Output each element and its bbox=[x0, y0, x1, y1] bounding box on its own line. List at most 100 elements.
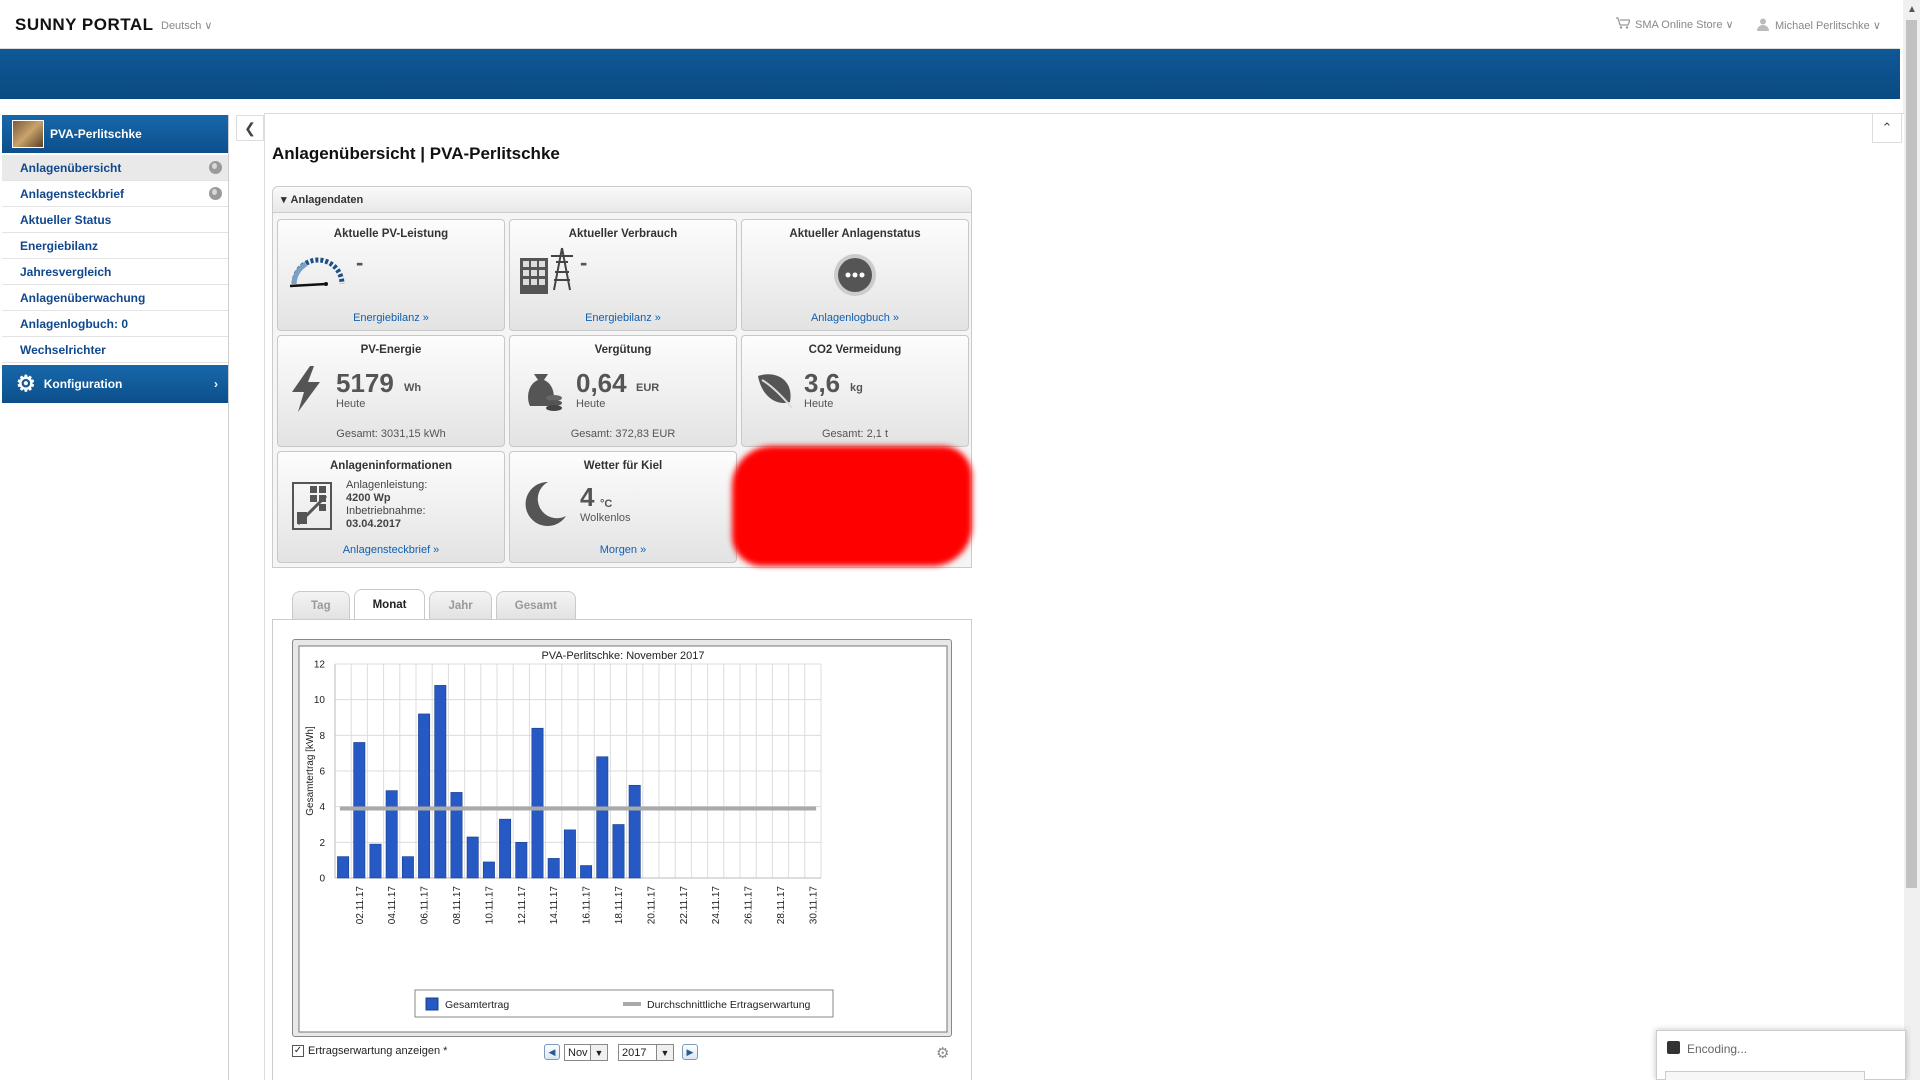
tab-monat[interactable]: Monat bbox=[353, 589, 426, 619]
sidebar-item-label: Anlagenüberwachung bbox=[20, 290, 146, 305]
bar bbox=[466, 836, 479, 879]
tile-title: PV-Energie bbox=[360, 344, 422, 356]
tab-jahr[interactable]: Jahr bbox=[429, 591, 492, 619]
sidebar-item[interactable]: Anlagenlogbuch: 0 bbox=[2, 311, 228, 337]
weather-condition: Wolkenlos bbox=[580, 512, 631, 524]
y-tick-label: 6 bbox=[319, 767, 325, 778]
x-tick-label: 04.11.17 bbox=[387, 886, 398, 925]
tile-payment: Vergütung 0,64 EUR Heute Gesamt: 372,83 … bbox=[509, 335, 737, 447]
arrow-right-icon: ▶ bbox=[686, 1046, 694, 1057]
online-store-label: SMA Online Store ∨ bbox=[1635, 19, 1734, 31]
x-tick-label: 20.11.17 bbox=[646, 886, 657, 925]
scroll-up-arrow-icon[interactable]: ▲ bbox=[1907, 4, 1917, 15]
sidebar-item-label: Anlagenlogbuch: 0 bbox=[20, 316, 128, 331]
plant-thumbnail bbox=[12, 120, 44, 148]
sunny-portal-logo[interactable]: SUNNY PORTAL bbox=[15, 15, 154, 35]
payment-period: Heute bbox=[576, 398, 606, 410]
link-energiebilanz[interactable]: Energiebilanz » bbox=[510, 312, 736, 324]
month-select[interactable]: Nov ▼ bbox=[564, 1044, 608, 1061]
sidebar-item-label: Wechselrichter bbox=[20, 342, 106, 357]
globe-icon[interactable] bbox=[209, 161, 222, 174]
tab-gesamt[interactable]: Gesamt bbox=[495, 591, 576, 619]
sidebar-item[interactable]: Energiebilanz bbox=[2, 233, 228, 259]
period-tabs: Tag Monat Jahr Gesamt bbox=[292, 589, 576, 619]
bar bbox=[482, 861, 495, 879]
bar bbox=[369, 843, 382, 879]
globe-icon[interactable] bbox=[209, 187, 222, 200]
link-energiebilanz[interactable]: Energiebilanz » bbox=[278, 312, 504, 324]
tile-pv-energy: PV-Energie 5179 Wh Heute Gesamt: 3031,15… bbox=[277, 335, 505, 447]
y-tick-label: 0 bbox=[319, 874, 325, 885]
co2-total: Gesamt: 2,1 t bbox=[821, 428, 889, 440]
plant-capacity-label: Anlagenleistung: bbox=[346, 479, 428, 491]
year-select[interactable]: 2017 ▼ bbox=[618, 1044, 674, 1061]
sidebar-item-label: Energiebilanz bbox=[20, 238, 99, 253]
configuration-label: Konfiguration bbox=[43, 377, 123, 391]
tile-title: Anlageninformationen bbox=[329, 460, 453, 472]
tile-weather: Wetter für Kiel 4 °C Wolkenlos Morgen » bbox=[509, 451, 737, 563]
sidebar-item[interactable]: Anlagenübersicht bbox=[2, 155, 228, 181]
user-menu[interactable]: Michael Perlitschke ∨ bbox=[1756, 17, 1881, 34]
tab-tag[interactable]: Tag bbox=[292, 591, 350, 619]
scroll-top-button[interactable]: ⌃ bbox=[1872, 113, 1902, 143]
sidebar-item[interactable]: Aktueller Status bbox=[2, 207, 228, 233]
chevron-down-icon: ▼ bbox=[590, 1045, 607, 1060]
bar bbox=[450, 792, 463, 879]
pv-energy-period: Heute bbox=[336, 398, 366, 410]
bar bbox=[563, 829, 576, 879]
x-tick-label: 10.11.17 bbox=[484, 886, 495, 925]
house-grid-icon bbox=[518, 246, 580, 301]
temperature-value: 4 bbox=[580, 482, 595, 512]
tile-title: Wetter für Kiel bbox=[583, 460, 663, 472]
payment-value: 0,64 bbox=[576, 368, 627, 398]
chart-settings-icon[interactable]: ⚙ bbox=[936, 1044, 949, 1062]
x-tick-label: 18.11.17 bbox=[614, 886, 625, 925]
configuration-button[interactable]: ⚙ Konfiguration › bbox=[2, 365, 228, 403]
sidebar-item-label: Aktueller Status bbox=[20, 212, 112, 227]
tile-title: CO2 Vermeidung bbox=[808, 344, 902, 356]
sidebar-item[interactable]: Wechselrichter bbox=[2, 337, 228, 363]
previous-month-button[interactable]: ◀ bbox=[544, 1044, 560, 1060]
pv-energy-total: Gesamt: 3031,15 kWh bbox=[336, 428, 446, 440]
yield-chart: PVA-Perlitschke: November 2017 0 2 4 6 8 10 12 0… bbox=[292, 639, 952, 1037]
payment-unit: EUR bbox=[636, 382, 660, 394]
plant-header[interactable]: PVA-Perlitschke bbox=[2, 115, 228, 153]
bar bbox=[531, 727, 544, 879]
collapse-sidebar-button[interactable]: ❮ bbox=[236, 115, 264, 141]
legend-label: Durchschnittliche Ertragserwartung bbox=[647, 999, 811, 1011]
x-tick-label: 12.11.17 bbox=[517, 886, 528, 925]
bar bbox=[337, 856, 350, 879]
link-anlagensteckbrief[interactable]: Anlagensteckbrief » bbox=[278, 544, 504, 556]
tile-title: Vergütung bbox=[594, 344, 652, 356]
online-store-link[interactable]: SMA Online Store ∨ bbox=[1616, 17, 1734, 32]
y-tick-label: 4 bbox=[319, 802, 325, 813]
x-tick-label: 16.11.17 bbox=[582, 886, 593, 925]
page-scrollbar[interactable]: ▲ bbox=[1903, 0, 1920, 1080]
language-selector[interactable]: Deutsch ∨ bbox=[161, 19, 212, 32]
next-month-button[interactable]: ▶ bbox=[682, 1044, 698, 1060]
plant-info-text: Anlagenleistung: 4200 Wp Inbetriebnahme:… bbox=[346, 479, 427, 531]
link-morgen[interactable]: Morgen » bbox=[510, 544, 736, 556]
y-tick-label: 12 bbox=[314, 660, 326, 671]
panel-header[interactable]: ▾ Anlagendaten bbox=[273, 187, 971, 213]
chevron-down-icon: ▼ bbox=[656, 1045, 673, 1060]
payment-total: Gesamt: 372,83 EUR bbox=[570, 428, 676, 440]
sidebar-item[interactable]: Anlagenüberwachung bbox=[2, 285, 228, 311]
sidebar-item-label: Jahresvergleich bbox=[20, 264, 112, 279]
scrollbar-thumb[interactable] bbox=[1906, 20, 1917, 888]
moon-icon bbox=[522, 480, 568, 533]
bar bbox=[499, 818, 512, 879]
sidebar-item[interactable]: Jahresvergleich bbox=[2, 259, 228, 285]
y-tick-label: 8 bbox=[319, 731, 325, 742]
co2-value: 3,6 bbox=[804, 368, 841, 398]
sidebar-item[interactable]: Anlagensteckbrief bbox=[2, 181, 228, 207]
x-tick-label: 08.11.17 bbox=[452, 886, 463, 925]
top-header: SUNNY PORTAL Deutsch ∨ SMA Online Store … bbox=[0, 0, 1900, 49]
expectation-checkbox-label[interactable]: Ertragserwartung anzeigen * bbox=[308, 1045, 447, 1057]
pv-energy-value: 5179 bbox=[336, 368, 394, 398]
x-tick-label: 14.11.17 bbox=[549, 886, 560, 925]
expectation-checkbox[interactable]: ✓ bbox=[292, 1045, 304, 1057]
bar bbox=[385, 790, 398, 879]
tile-plant-status: Aktueller Anlagenstatus Anlagenlogbuch » bbox=[741, 219, 969, 331]
link-anlagenlogbuch[interactable]: Anlagenlogbuch » bbox=[742, 312, 968, 324]
